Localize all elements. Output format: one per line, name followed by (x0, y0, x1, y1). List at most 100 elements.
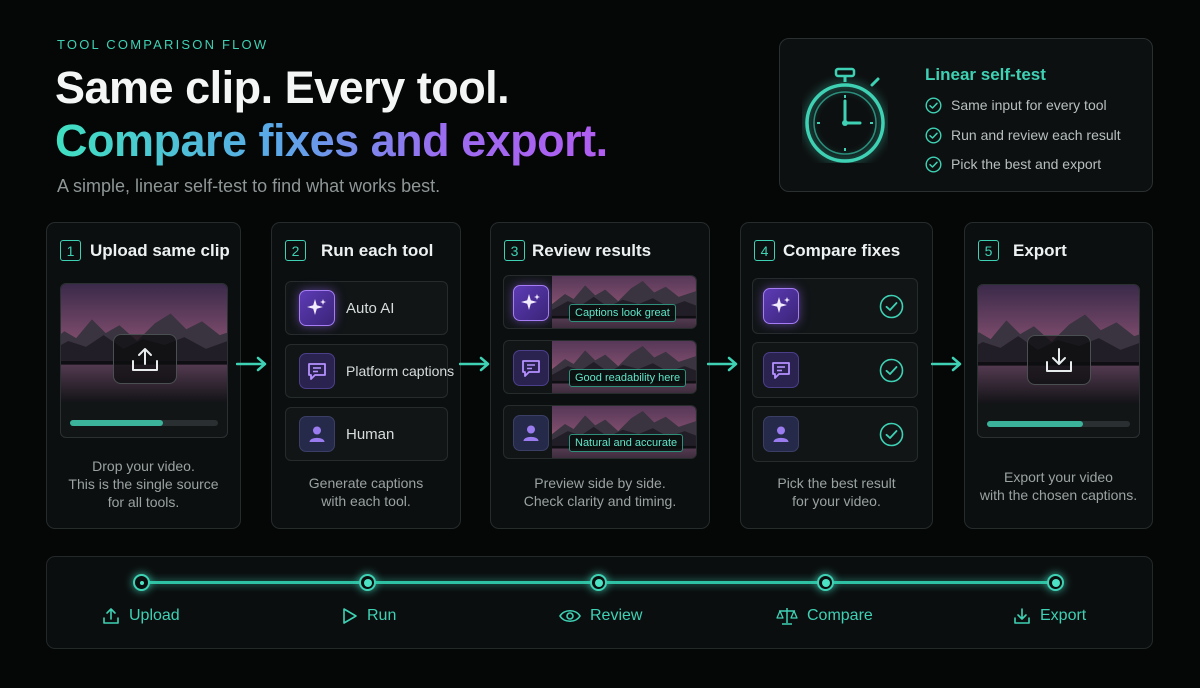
step-number: 2 (285, 240, 306, 261)
step-number: 3 (504, 240, 525, 261)
result-caption-tag: Natural and accurate (569, 434, 684, 452)
timeline-dot-compare[interactable] (817, 574, 834, 591)
step-title: Review results (532, 241, 652, 260)
timeline-dot-upload[interactable] (133, 574, 150, 591)
arrow-right-icon (459, 356, 490, 372)
stopwatch-icon (805, 67, 885, 163)
step-caption-line: Pick the best result (777, 475, 896, 491)
step-caption-line: Generate captions (308, 475, 424, 491)
step-caption-line: for all tools. (107, 494, 180, 510)
step-card-run: 2 Run each tool Auto AI Platform caption… (271, 222, 461, 529)
sparkle-icon (513, 285, 549, 321)
eye-icon (559, 609, 581, 623)
step-title: Compare fixes (783, 241, 901, 260)
result-row-human[interactable]: Natural and accurate (503, 405, 697, 459)
step-caption-line: Preview side by side. (534, 475, 666, 491)
download-icon (1014, 608, 1030, 624)
compare-row-auto-ai[interactable] (752, 278, 918, 334)
step-title: Upload same clip (90, 241, 230, 260)
caption-bubble-icon (513, 350, 549, 386)
compare-row-platform-captions[interactable] (752, 342, 918, 398)
self-test-item: Same input for every tool (925, 95, 1107, 115)
step-number: 4 (754, 240, 775, 261)
timeline-step-upload[interactable]: Upload (102, 607, 180, 625)
timeline-dot-review[interactable] (590, 574, 607, 591)
check-circle-icon (879, 294, 904, 319)
step-caption-line: with each tool. (321, 493, 411, 509)
eyebrow-label: TOOL COMPARISON FLOW (57, 37, 269, 52)
step-caption: Preview side by side. Check clarity and … (491, 474, 709, 510)
upload-dropzone[interactable] (60, 283, 228, 438)
step-caption: Drop your video. This is the single sour… (47, 457, 240, 511)
progress-timeline: Upload Run Review Compare Export (46, 556, 1153, 649)
export-progress-bar (987, 421, 1130, 427)
scale-icon (776, 608, 798, 625)
step-title: Run each tool (321, 241, 434, 260)
step-number: 5 (978, 240, 999, 261)
tool-row-human[interactable]: Human (285, 407, 448, 461)
person-icon (299, 416, 335, 452)
tool-row-platform-captions[interactable]: Platform captions (285, 344, 454, 398)
timeline-step-label: Upload (129, 607, 180, 624)
sparkle-icon (763, 288, 799, 324)
progress-fill (70, 420, 164, 426)
timeline-step-review[interactable]: Review (559, 607, 642, 625)
download-icon (1027, 335, 1091, 385)
timeline-dot-export[interactable] (1047, 574, 1064, 591)
person-icon (513, 415, 549, 451)
upload-icon (103, 608, 119, 624)
caption-bubble-icon (299, 353, 335, 389)
self-test-title: Linear self-test (925, 65, 1046, 84)
result-row-auto-ai[interactable]: Captions look great (503, 275, 697, 329)
self-test-item: Pick the best and export (925, 154, 1101, 174)
timeline-step-label: Run (367, 607, 397, 624)
step-caption-line: Drop your video. (92, 458, 195, 474)
step-caption: Pick the best result for your video. (741, 474, 932, 510)
step-title: Export (1013, 241, 1067, 260)
check-circle-icon (925, 96, 942, 114)
timeline-step-run[interactable]: Run (342, 607, 396, 625)
arrow-right-icon (707, 356, 738, 372)
step-caption: Export your video with the chosen captio… (965, 468, 1152, 504)
step-caption-line: with the chosen captions. (979, 487, 1138, 503)
tool-label: Platform captions (346, 363, 455, 379)
step-card-compare: 4 Compare fixes Pick the best result for… (740, 222, 933, 529)
step-card-upload: 1 Upload same clip Drop your video. This… (46, 222, 241, 529)
step-caption: Generate captions with each tool. (272, 474, 460, 510)
step-caption-line: Export your video (1004, 469, 1113, 485)
self-test-item-label: Same input for every tool (951, 97, 1107, 113)
check-circle-icon (879, 422, 904, 447)
play-icon (343, 608, 357, 624)
timeline-step-export[interactable]: Export (1013, 607, 1086, 625)
step-caption-line: Check clarity and timing. (523, 493, 677, 509)
upload-icon (113, 334, 177, 384)
step-number: 1 (60, 240, 81, 261)
page-title: Same clip. Every tool. (55, 62, 510, 113)
timeline-dot-run[interactable] (359, 574, 376, 591)
tool-label: Human (346, 425, 395, 443)
timeline-step-label: Review (590, 607, 643, 624)
result-caption-tag: Captions look great (569, 304, 676, 322)
self-test-item-label: Pick the best and export (951, 156, 1102, 172)
self-test-item-label: Run and review each result (951, 127, 1121, 143)
step-card-review: 3 Review results Captions look great Goo… (490, 222, 710, 529)
compare-row-human[interactable] (752, 406, 918, 462)
arrow-right-icon (236, 356, 267, 372)
export-preview[interactable] (977, 284, 1140, 438)
timeline-step-compare[interactable]: Compare (776, 607, 873, 625)
check-circle-icon (925, 126, 942, 144)
result-row-platform-captions[interactable]: Good readability here (503, 340, 697, 394)
self-test-item: Run and review each result (925, 125, 1121, 145)
arrow-right-icon (931, 356, 962, 372)
step-caption-line: for your video. (792, 493, 881, 509)
result-caption-tag: Good readability here (569, 369, 687, 387)
page-title-gradient: Compare fixes and export. (55, 115, 608, 166)
page-subtitle: A simple, linear self-test to find what … (57, 176, 441, 196)
step-card-export: 5 Export Export your video with the chos… (964, 222, 1153, 529)
tool-row-auto-ai[interactable]: Auto AI (285, 281, 448, 335)
check-circle-icon (879, 358, 904, 383)
progress-fill (987, 421, 1083, 427)
person-icon (763, 416, 799, 452)
timeline-step-label: Compare (807, 607, 873, 624)
self-test-panel: Linear self-test Same input for every to… (779, 38, 1153, 192)
